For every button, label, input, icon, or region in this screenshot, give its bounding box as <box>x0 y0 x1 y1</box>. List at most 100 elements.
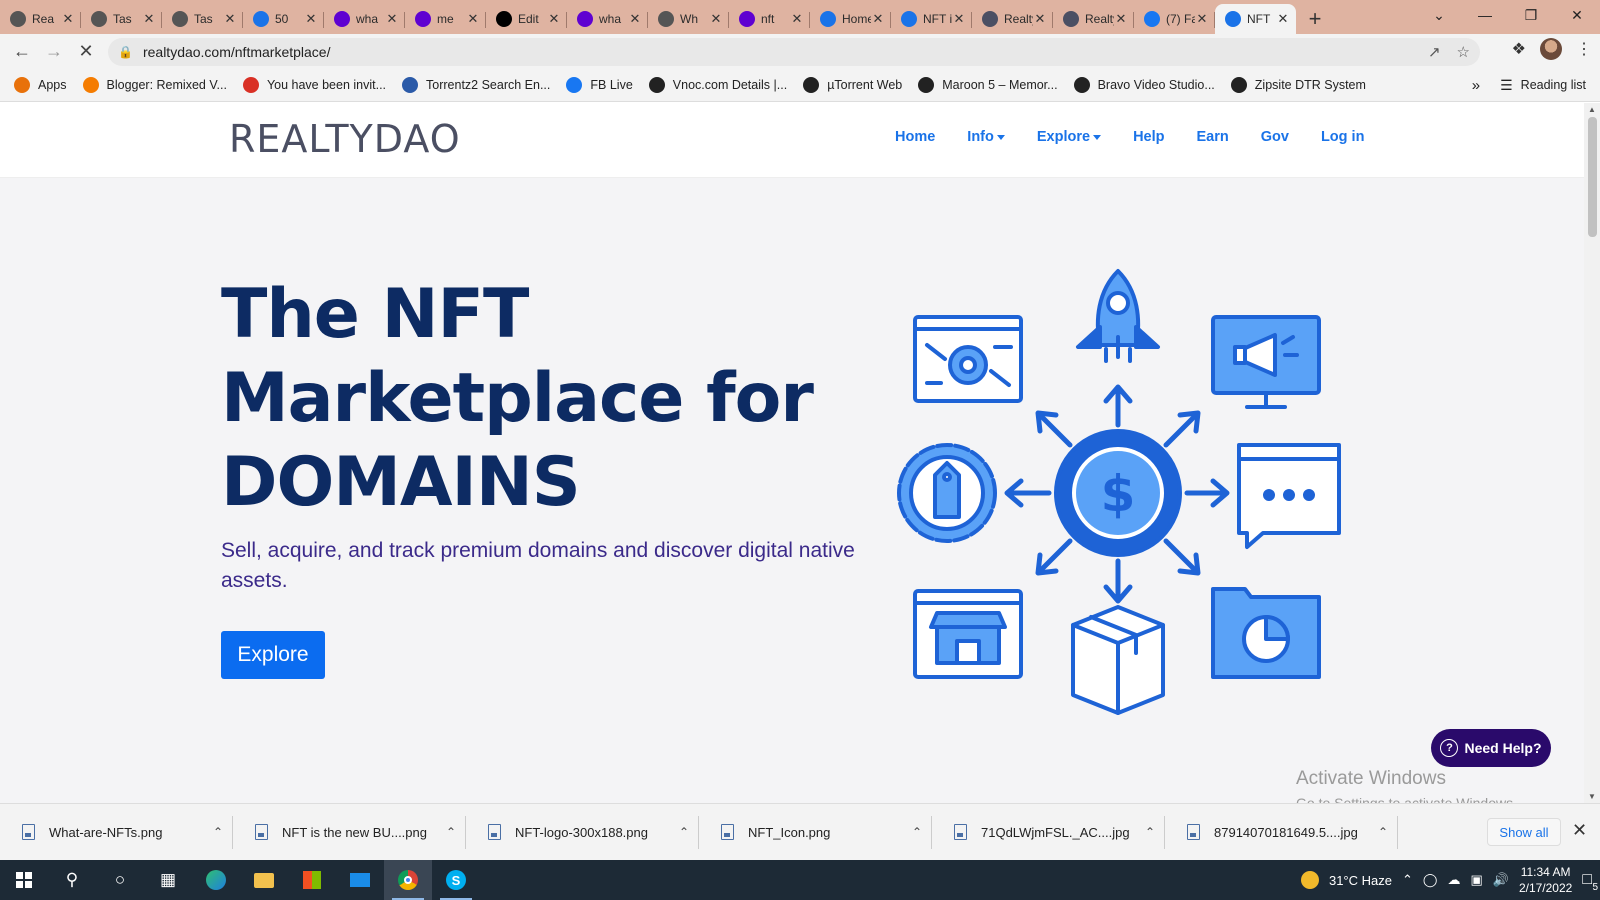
need-help-button[interactable]: ? Need Help? <box>1431 729 1551 767</box>
new-tab-button[interactable]: + <box>1300 4 1330 34</box>
restore-button[interactable]: ❐ <box>1508 0 1554 30</box>
nav-item[interactable]: Info <box>967 129 1005 145</box>
browser-menu-icon[interactable]: ⋮ <box>1576 39 1592 59</box>
profile-avatar[interactable] <box>1540 38 1562 60</box>
tab-search-icon[interactable]: ⌄ <box>1416 0 1462 30</box>
close-tab-icon[interactable]: ✕ <box>790 11 804 27</box>
task-view-icon[interactable]: ▦ <box>144 860 192 900</box>
scroll-up-icon[interactable]: ▲ <box>1588 105 1596 114</box>
close-tab-icon[interactable]: ✕ <box>142 11 156 27</box>
browser-tab[interactable]: Tas ✕ <box>162 4 243 34</box>
browser-tab[interactable]: me ✕ <box>405 4 486 34</box>
close-tab-icon[interactable]: ✕ <box>304 11 318 27</box>
explore-button[interactable]: Explore <box>221 631 325 679</box>
bookmark-item[interactable]: µTorrent Web <box>803 77 902 93</box>
bookmark-item[interactable]: Maroon 5 – Memor... <box>918 77 1058 93</box>
nav-item[interactable]: Gov <box>1261 129 1289 145</box>
close-tab-icon[interactable]: ✕ <box>1276 11 1290 27</box>
download-item[interactable]: 71QdLWjmFSL._AC....jpg ⌃ <box>932 804 1165 861</box>
bookmark-item[interactable]: You have been invit... <box>242 77 386 93</box>
site-logo[interactable]: REALTYDAO <box>229 117 461 161</box>
share-icon[interactable]: ↗ <box>1428 43 1441 61</box>
scrollbar-thumb[interactable] <box>1588 117 1597 237</box>
nav-item[interactable]: Home <box>895 129 935 145</box>
browser-tab[interactable]: Wh ✕ <box>648 4 729 34</box>
browser-tab[interactable]: Realtyd✕ <box>1053 4 1134 34</box>
scroll-down-icon[interactable]: ▼ <box>1588 792 1596 801</box>
close-shelf-icon[interactable]: ✕ <box>1572 820 1587 841</box>
bookmark-item[interactable]: Bravo Video Studio... <box>1073 77 1215 93</box>
back-arrow-icon[interactable]: ← <box>6 36 38 68</box>
clock[interactable]: 11:34 AM 2/17/2022 <box>1519 864 1572 896</box>
skype-icon[interactable]: S <box>432 860 480 900</box>
cortana-icon[interactable]: ○ <box>96 860 144 900</box>
chevron-up-icon[interactable]: ⌃ <box>436 825 466 839</box>
nav-item[interactable]: Explore <box>1037 129 1102 145</box>
chevron-up-icon[interactable]: ⌃ <box>902 825 932 839</box>
close-tab-icon[interactable]: ✕ <box>709 11 723 27</box>
mail-icon[interactable] <box>336 860 384 900</box>
reading-list-button[interactable]: ☰ Reading list <box>1500 77 1586 94</box>
download-item[interactable]: NFT-logo-300x188.png ⌃ <box>466 804 699 861</box>
notifications-icon[interactable]: □ 5 <box>1582 871 1598 893</box>
chevron-up-icon[interactable]: ⌃ <box>203 825 233 839</box>
browser-tab[interactable]: Home -✕ <box>810 4 891 34</box>
close-tab-icon[interactable]: ✕ <box>871 11 885 27</box>
windows-start-icon[interactable] <box>0 860 48 900</box>
browser-tab[interactable]: NFT is t✕ <box>891 4 972 34</box>
download-item[interactable]: 87914070181649.5....jpg ⌃ <box>1165 804 1398 861</box>
lock-icon[interactable]: 🔒 <box>118 45 133 59</box>
close-tab-icon[interactable]: ✕ <box>952 11 966 27</box>
page-scrollbar[interactable]: ▲ ▼ <box>1584 103 1600 803</box>
browser-tab[interactable]: Tas ✕ <box>81 4 162 34</box>
close-tab-icon[interactable]: ✕ <box>1114 11 1128 27</box>
browser-tab[interactable]: (7) Face✕ <box>1134 4 1215 34</box>
browser-tab[interactable]: NFT ✕ <box>1215 4 1296 34</box>
bookmark-item[interactable]: Blogger: Remixed V... <box>82 77 227 93</box>
weather-text[interactable]: 31°C Haze <box>1329 873 1392 888</box>
network-icon[interactable]: ▣ <box>1470 872 1482 888</box>
search-icon[interactable]: ⚲ <box>48 860 96 900</box>
download-item[interactable]: What-are-NFTs.png ⌃ <box>0 804 233 861</box>
nav-item[interactable]: Earn <box>1196 129 1228 145</box>
browser-tab[interactable]: nft ✕ <box>729 4 810 34</box>
address-bar[interactable]: 🔒 realtydao.com/nftmarketplace/ ↗ ☆ <box>108 38 1480 66</box>
nav-item[interactable]: Log in <box>1321 129 1365 145</box>
close-tab-icon[interactable]: ✕ <box>223 11 237 27</box>
bookmark-item[interactable]: Torrentz2 Search En... <box>402 77 550 93</box>
tray-chevron-icon[interactable]: ⌃ <box>1402 872 1413 888</box>
close-window-button[interactable]: ✕ <box>1554 0 1600 30</box>
chrome-icon[interactable] <box>384 860 432 900</box>
volume-icon[interactable]: 🔊 <box>1493 872 1509 888</box>
file-explorer-icon[interactable] <box>240 860 288 900</box>
bookmark-item[interactable]: Zipsite DTR System <box>1230 77 1366 93</box>
close-tab-icon[interactable]: ✕ <box>547 11 561 27</box>
close-tab-icon[interactable]: ✕ <box>1195 11 1209 27</box>
bookmark-item[interactable]: Vnoc.com Details |... <box>648 77 787 93</box>
edge-icon[interactable] <box>192 860 240 900</box>
download-item[interactable]: NFT is the new BU....png ⌃ <box>233 804 466 861</box>
browser-tab[interactable]: Edit ✕ <box>486 4 567 34</box>
more-bookmarks-icon[interactable]: » <box>1472 77 1480 94</box>
minimize-button[interactable]: — <box>1462 0 1508 30</box>
browser-tab[interactable]: Realtyd✕ <box>972 4 1053 34</box>
browser-tab[interactable]: 50 ✕ <box>243 4 324 34</box>
chevron-up-icon[interactable]: ⌃ <box>669 825 699 839</box>
download-item[interactable]: NFT_Icon.png ⌃ <box>699 804 932 861</box>
forward-arrow-icon[interactable]: → <box>38 36 70 68</box>
bookmark-item[interactable]: Apps <box>14 77 67 93</box>
bookmark-star-icon[interactable]: ☆ <box>1457 43 1470 61</box>
show-all-downloads-button[interactable]: Show all <box>1487 818 1561 846</box>
stop-loading-icon[interactable]: ✕ <box>70 36 102 68</box>
close-tab-icon[interactable]: ✕ <box>385 11 399 27</box>
close-tab-icon[interactable]: ✕ <box>1033 11 1047 27</box>
extensions-puzzle-icon[interactable]: ❖ <box>1512 39 1526 59</box>
bookmark-item[interactable]: FB Live <box>566 77 633 93</box>
close-tab-icon[interactable]: ✕ <box>61 11 75 27</box>
chevron-up-icon[interactable]: ⌃ <box>1368 825 1398 839</box>
close-tab-icon[interactable]: ✕ <box>628 11 642 27</box>
store-icon[interactable] <box>288 860 336 900</box>
browser-tab[interactable]: Rea ✕ <box>0 4 81 34</box>
browser-tab[interactable]: wha ✕ <box>324 4 405 34</box>
meet-now-icon[interactable]: ◯ <box>1423 872 1438 888</box>
